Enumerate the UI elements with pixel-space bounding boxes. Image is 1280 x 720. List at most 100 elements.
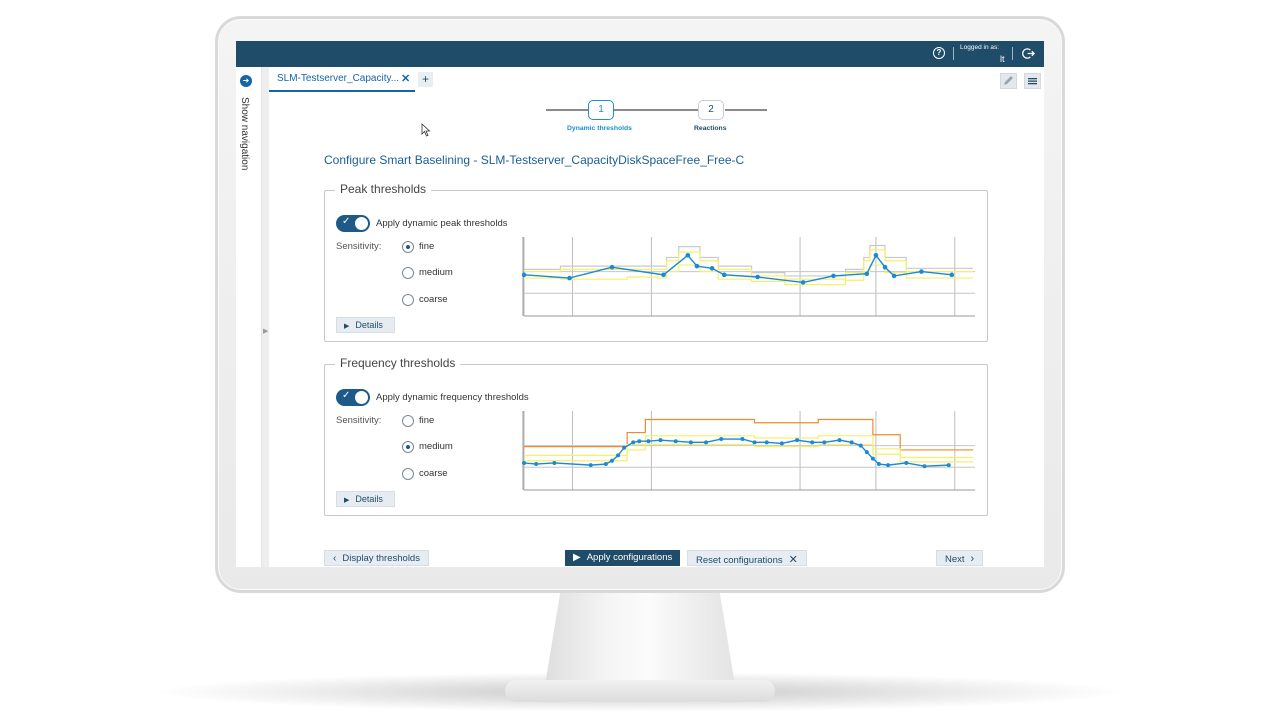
- chart-data-point: [704, 440, 709, 445]
- pencil-icon: [1004, 76, 1013, 85]
- step-2[interactable]: 2: [698, 100, 724, 120]
- left-navigation: ➜ Show navigation: [236, 67, 262, 567]
- peak-details-button[interactable]: ▶ Details: [336, 317, 395, 333]
- chart-data-point: [661, 272, 666, 278]
- check-icon: ✓: [342, 216, 351, 227]
- chart-data-point: [588, 463, 593, 468]
- play-icon: ▶: [344, 497, 350, 504]
- chart-data-point: [891, 273, 897, 279]
- add-tab-button[interactable]: +: [418, 72, 433, 87]
- next-button[interactable]: Next ›: [936, 550, 984, 566]
- chart-data-point: [688, 440, 693, 445]
- chart-data-point: [919, 269, 924, 274]
- panel-splitter[interactable]: ▶: [262, 67, 269, 567]
- display-thresholds-button[interactable]: ‹ Display thresholds: [324, 550, 429, 566]
- peak-radio-medium-label[interactable]: medium: [419, 267, 453, 278]
- chart-data-point: [673, 439, 678, 444]
- tab-label: SLM-Testserver_Capacity...: [277, 73, 400, 84]
- reset-configurations-label: Reset configurations: [696, 555, 783, 566]
- step-2-label: Reactions: [694, 125, 727, 132]
- chart-data-point: [603, 462, 608, 467]
- display-thresholds-label: Display thresholds: [342, 553, 420, 564]
- chart-data-point: [831, 273, 836, 279]
- chart-data-point: [719, 437, 724, 442]
- chart-data-point: [946, 463, 951, 468]
- menu-button[interactable]: [1024, 73, 1041, 89]
- frequency-radio-medium-label[interactable]: medium: [419, 441, 453, 452]
- frequency-radio-coarse-label[interactable]: coarse: [419, 468, 448, 479]
- edit-button[interactable]: [1000, 73, 1017, 89]
- chart-data-point: [646, 439, 651, 444]
- logged-in-user: lt: [1000, 54, 1005, 64]
- frequency-radio-coarse[interactable]: [402, 468, 414, 480]
- splitter-arrow-icon: ▶: [263, 328, 269, 335]
- chart-data-point: [795, 438, 800, 443]
- peak-radio-coarse[interactable]: [402, 294, 414, 306]
- frequency-details-button[interactable]: ▶ Details: [336, 491, 395, 507]
- app-header: ? Logged in as: lt: [236, 41, 1044, 67]
- stepper-line: [725, 109, 767, 111]
- chart-data-point: [552, 460, 557, 465]
- chevron-right-icon: ›: [970, 553, 975, 565]
- chart-data-point: [886, 463, 891, 468]
- play-icon: ▶: [573, 552, 581, 563]
- apply-configurations-button[interactable]: ▶ Apply configurations: [565, 550, 681, 566]
- chart-data-point: [876, 462, 881, 467]
- peak-radio-fine-label[interactable]: fine: [419, 241, 434, 252]
- chart-data-point: [752, 440, 757, 445]
- chart-data-point: [721, 272, 727, 278]
- header-separator: [1012, 47, 1013, 60]
- chart-data-point: [755, 274, 760, 280]
- monitor-stand-base: [505, 680, 775, 702]
- peak-thresholds-toggle[interactable]: ✓: [336, 215, 370, 232]
- details-label: Details: [355, 494, 383, 504]
- play-icon: ▶: [344, 323, 350, 330]
- peak-radio-medium[interactable]: [402, 267, 414, 279]
- tab-bar: SLM-Testserver_Capacity... ✕ +: [269, 67, 1044, 92]
- next-label: Next: [945, 554, 965, 565]
- sensitivity-label: Sensitivity:: [336, 415, 382, 426]
- reset-configurations-button[interactable]: Reset configurations ✕: [687, 550, 807, 566]
- chart-data-point: [800, 280, 806, 285]
- close-icon[interactable]: ✕: [401, 72, 410, 85]
- frequency-radio-fine-label[interactable]: fine: [419, 415, 434, 426]
- tab-slm-testserver[interactable]: SLM-Testserver_Capacity... ✕: [269, 69, 415, 92]
- arrow-right-icon[interactable]: ➜: [240, 75, 252, 87]
- chart-data-point: [522, 272, 527, 278]
- toggle-knob: [355, 217, 368, 230]
- show-navigation-link[interactable]: Show navigation: [239, 97, 250, 170]
- stepper-line: [614, 109, 698, 111]
- chart-data-point: [873, 252, 879, 258]
- logout-icon[interactable]: [1022, 47, 1035, 60]
- chart-data-point: [658, 438, 663, 443]
- toggle-knob: [355, 391, 368, 404]
- page-title: Configure Smart Baselining - SLM-Testser…: [324, 153, 745, 167]
- chart-data-point: [709, 266, 715, 271]
- chart-data-point: [870, 456, 875, 461]
- mouse-cursor-icon: [421, 123, 431, 137]
- step-1[interactable]: 1: [588, 100, 614, 120]
- chart-data-point: [922, 464, 927, 469]
- step-1-label: Dynamic thresholds: [567, 125, 632, 132]
- logged-in-label: Logged in as:: [960, 44, 1000, 51]
- chart-data-point: [616, 453, 621, 458]
- chart-data-point: [949, 272, 955, 278]
- frequency-radio-medium[interactable]: [402, 441, 414, 453]
- chart-data-point: [864, 271, 870, 277]
- sensitivity-label: Sensitivity:: [336, 241, 382, 252]
- check-icon: ✓: [342, 390, 351, 401]
- chart-data-point: [567, 275, 572, 281]
- chart-data-point: [609, 458, 614, 463]
- peak-radio-coarse-label[interactable]: coarse: [419, 294, 448, 305]
- peak-radio-fine[interactable]: [402, 241, 414, 253]
- chart-data-point: [637, 439, 642, 444]
- apply-configurations-label: Apply configurations: [586, 552, 673, 563]
- peak-thresholds-legend: Peak thresholds: [335, 182, 432, 196]
- frequency-radio-fine[interactable]: [402, 415, 414, 427]
- frequency-thresholds-toggle[interactable]: ✓: [336, 389, 370, 406]
- peak-chart: [522, 237, 975, 317]
- chart-threshold-band: [524, 264, 973, 286]
- chart-data-point: [810, 440, 815, 445]
- help-icon[interactable]: ?: [933, 47, 945, 59]
- details-label: Details: [355, 320, 383, 330]
